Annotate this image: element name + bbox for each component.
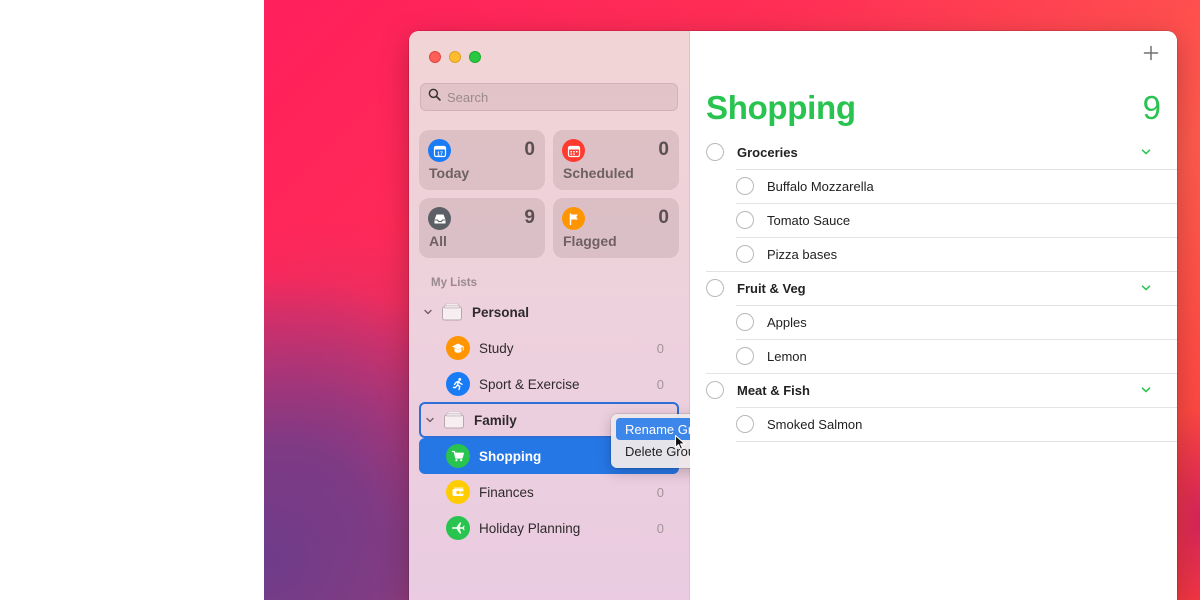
reminder-checkbox[interactable] <box>736 211 754 229</box>
list-count: 0 <box>656 376 664 392</box>
zoom-window-button[interactable] <box>469 51 481 63</box>
minimize-window-button[interactable] <box>449 51 461 63</box>
cart-icon <box>446 444 470 468</box>
smart-list-all[interactable]: 9 All <box>419 198 545 258</box>
separator <box>736 441 1177 442</box>
search-field[interactable] <box>420 83 678 111</box>
section-name: Groceries <box>737 144 798 160</box>
smart-list-count: 9 <box>524 207 535 228</box>
smart-list-flagged[interactable]: 0 Flagged <box>553 198 679 258</box>
my-lists-header: My Lists <box>431 277 478 289</box>
reminders-window: 17 0 Today 0 Scheduled 9 All 0 Flagged <box>409 31 1177 600</box>
graduation-cap-icon <box>446 336 470 360</box>
smart-list-count: 0 <box>658 139 669 160</box>
tray-icon <box>428 207 451 230</box>
section-fruit-veg[interactable]: Fruit & Veg <box>706 271 1166 305</box>
smart-list-label: Flagged <box>563 233 617 249</box>
reminder-title: Buffalo Mozzarella <box>767 178 874 194</box>
sidebar-item-finances[interactable]: Finances 0 <box>419 474 679 510</box>
reminder-item[interactable]: Smoked Salmon <box>736 407 862 441</box>
search-icon <box>428 88 441 106</box>
list-name: Holiday Planning <box>479 520 581 536</box>
section-name: Fruit & Veg <box>737 280 806 296</box>
smart-list-today[interactable]: 17 0 Today <box>419 130 545 190</box>
calendar-icon <box>562 139 585 162</box>
reminder-item[interactable]: Lemon <box>736 339 807 373</box>
smart-list-count: 0 <box>658 207 669 228</box>
airplane-icon <box>446 516 470 540</box>
reminder-checkbox[interactable] <box>736 313 754 331</box>
smart-list-scheduled[interactable]: 0 Scheduled <box>553 130 679 190</box>
reminder-item[interactable]: Apples <box>736 305 807 339</box>
sidebar-item-study[interactable]: Study 0 <box>419 330 679 366</box>
smart-list-count: 0 <box>524 139 535 160</box>
folder-icon <box>443 411 465 429</box>
group-personal[interactable]: Personal <box>419 294 679 330</box>
reminder-title: Tomato Sauce <box>767 212 851 228</box>
chevron-down-icon[interactable] <box>421 307 435 317</box>
reminder-checkbox[interactable] <box>706 143 724 161</box>
smart-list-label: All <box>429 233 447 249</box>
group-name: Personal <box>472 304 530 320</box>
reminder-checkbox[interactable] <box>706 279 724 297</box>
mouse-pointer-icon <box>674 434 687 456</box>
list-name: Finances <box>479 484 534 500</box>
reminder-item[interactable]: Buffalo Mozzarella <box>736 169 874 203</box>
sidebar-item-sport-exercise[interactable]: Sport & Exercise 0 <box>419 366 679 402</box>
section-name: Meat & Fish <box>737 382 810 398</box>
list-count: 0 <box>656 484 664 500</box>
reminder-item[interactable]: Tomato Sauce <box>736 203 850 237</box>
list-count: 0 <box>656 340 664 356</box>
chevron-down-icon[interactable] <box>1140 146 1152 161</box>
flag-icon <box>562 207 585 230</box>
smart-list-label: Scheduled <box>563 165 634 181</box>
list-name: Shopping <box>479 448 542 464</box>
window-controls <box>429 51 481 63</box>
reminder-checkbox[interactable] <box>736 415 754 433</box>
section-groceries[interactable]: Groceries <box>706 135 1166 169</box>
section-meat-fish[interactable]: Meat & Fish <box>706 373 1166 407</box>
list-count: 0 <box>656 520 664 536</box>
reminder-item[interactable]: Pizza bases <box>736 237 837 271</box>
reminder-title: Pizza bases <box>767 246 838 262</box>
add-reminder-button[interactable] <box>1143 45 1159 66</box>
folder-icon <box>441 303 463 321</box>
reminder-title: Smoked Salmon <box>767 416 863 432</box>
list-title: Shopping <box>706 89 856 126</box>
plus-icon <box>1143 45 1159 61</box>
chevron-down-icon[interactable] <box>1140 384 1152 399</box>
close-window-button[interactable] <box>429 51 441 63</box>
calendar-today-icon: 17 <box>428 139 451 162</box>
chevron-down-icon[interactable] <box>1140 282 1152 297</box>
reminder-total-count: 9 <box>1142 89 1161 126</box>
today-date-text: 17 <box>437 151 443 157</box>
list-name: Study <box>479 340 514 356</box>
money-icon <box>446 480 470 504</box>
reminder-title: Apples <box>767 314 807 330</box>
reminder-checkbox[interactable] <box>706 381 724 399</box>
main-pane: Shopping 9 Groceries Buffalo Mozzarella … <box>690 31 1177 600</box>
sidebar: 17 0 Today 0 Scheduled 9 All 0 Flagged <box>409 31 729 600</box>
list-name: Sport & Exercise <box>479 376 580 392</box>
search-input[interactable] <box>447 89 667 105</box>
reminder-checkbox[interactable] <box>736 245 754 263</box>
sidebar-item-holiday-planning[interactable]: Holiday Planning 0 <box>419 510 679 546</box>
running-figure-icon <box>446 372 470 396</box>
reminder-checkbox[interactable] <box>736 177 754 195</box>
reminder-title: Lemon <box>767 348 807 364</box>
reminder-checkbox[interactable] <box>736 347 754 365</box>
chevron-down-icon[interactable] <box>423 415 437 425</box>
group-name: Family <box>474 412 517 428</box>
smart-list-label: Today <box>429 165 470 181</box>
